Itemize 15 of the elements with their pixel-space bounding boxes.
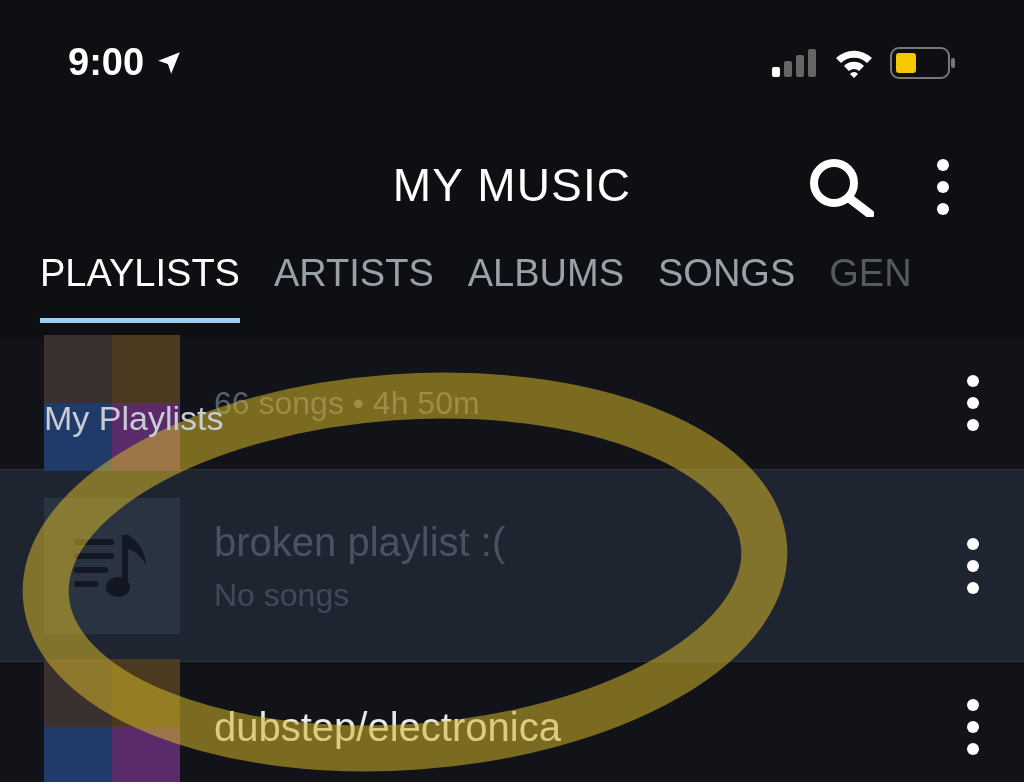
more-options-icon[interactable] [966,373,980,433]
battery-icon [890,46,956,79]
page-title: MY MUSIC [392,157,632,213]
status-time: 9:00 [68,40,145,85]
tab[interactable]: ARTISTS [273,245,434,323]
more-options-icon[interactable] [966,535,980,596]
location-arrow-icon [156,49,183,76]
tab[interactable]: ALBUMS [467,245,624,323]
more-options-icon[interactable] [966,696,980,757]
tab[interactable]: SONGS [658,245,796,323]
tab[interactable]: PLAYLISTS [40,245,240,323]
search-icon[interactable] [808,157,874,217]
signal-icon [772,48,818,77]
more-options-icon[interactable] [936,157,950,217]
playlist-title: dubstep/electronica [214,703,562,751]
